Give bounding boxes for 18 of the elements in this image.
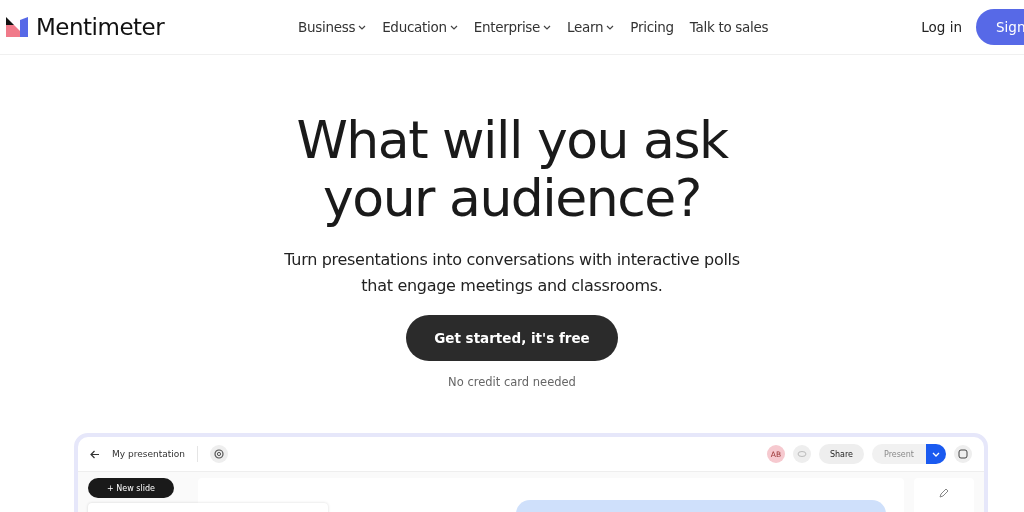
get-started-button[interactable]: Get started, it's free <box>406 315 618 361</box>
brand-name[interactable]: Mentimeter <box>36 14 165 40</box>
login-link[interactable]: Log in <box>921 19 962 35</box>
nav-link[interactable]: Pricing <box>630 19 674 35</box>
new-slide-button[interactable]: + New slide <box>88 478 174 498</box>
note-text: No credit card needed <box>448 375 576 389</box>
hero-subtitle: that engage meetings and classrooms. <box>360 275 664 297</box>
hero-heading: What will you ask <box>296 111 728 169</box>
hero-heading: your audience? <box>323 169 701 227</box>
nav-link[interactable]: Talk to sales <box>689 19 769 35</box>
nav-link[interactable]: Education <box>382 19 458 35</box>
share-button[interactable]: Share <box>818 444 864 464</box>
signup-button[interactable]: Sign <box>976 9 1024 45</box>
nav-link[interactable]: Learn <box>567 19 615 35</box>
nav-link[interactable]: Enterprise <box>473 19 552 35</box>
presentation-title: My presentation <box>112 449 185 459</box>
nav-link[interactable]: Business <box>298 19 367 35</box>
hero-subtitle: Turn presentations into conversations with interactive polls <box>284 249 740 271</box>
